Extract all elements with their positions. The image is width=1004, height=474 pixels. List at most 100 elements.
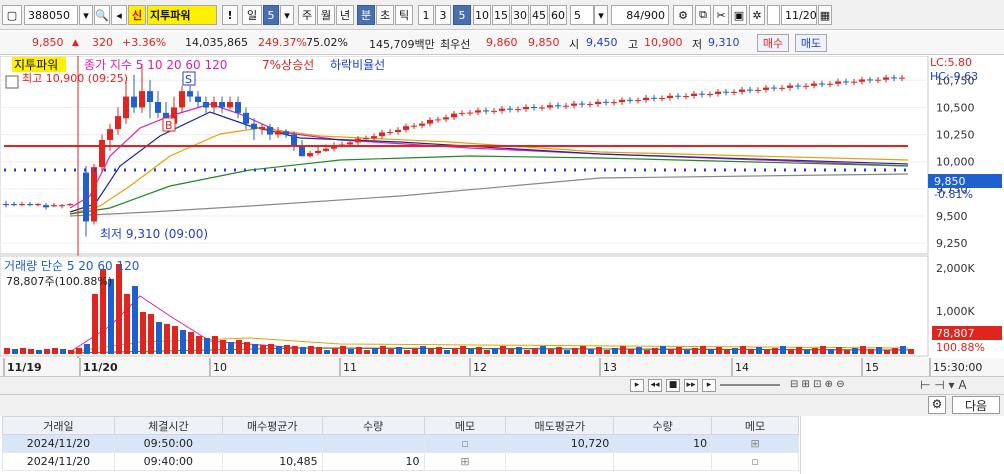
stock-name-box[interactable]: 지투파워 — [147, 5, 217, 25]
candle-body — [603, 101, 609, 103]
candle-body — [683, 96, 689, 98]
low-price: 9,310 — [708, 36, 740, 49]
play-icon[interactable]: ▸ — [702, 379, 716, 392]
volume-bar — [908, 349, 914, 354]
scroll-right-icon[interactable]: ▸ — [630, 379, 644, 392]
x-tick-label: 14 — [735, 361, 749, 374]
date-picker-icon[interactable]: ▦ — [818, 5, 832, 25]
minute-30[interactable]: 30 — [511, 5, 529, 25]
candle-body — [363, 138, 369, 140]
volume-bar — [356, 347, 362, 354]
minute-10[interactable]: 10 — [473, 5, 491, 25]
price-change: 320 — [92, 36, 113, 49]
candle-body — [403, 126, 409, 130]
settings-tools-icon[interactable]: ⚙ — [673, 5, 693, 25]
stop-icon[interactable]: ■ — [666, 379, 680, 392]
window-menu-icon[interactable]: ▢ — [2, 5, 22, 25]
volume-bar — [644, 350, 650, 354]
candle-body — [179, 91, 185, 108]
candle-body — [467, 112, 473, 114]
chart-tools-icon[interactable]: ⊢ ⊣ ▾ A — [920, 378, 1000, 393]
volume-bar — [780, 346, 786, 354]
period-num[interactable]: 5 — [263, 5, 279, 25]
candle-body — [483, 110, 489, 112]
volume-bar — [692, 348, 698, 354]
table-settings-icon[interactable]: ⚙ — [928, 396, 946, 414]
memo-icon[interactable]: ▫ — [423, 434, 507, 453]
table-row[interactable]: 2024/11/20 09:40:00 10,485 10 ⊞ ▫ — [2, 452, 799, 471]
alert-button[interactable]: ! — [222, 5, 238, 25]
tab-minute[interactable]: 분 — [357, 5, 375, 25]
tab-tick[interactable]: 틱 — [395, 5, 413, 25]
volume-bar — [532, 348, 538, 354]
gear-icon[interactable]: ✲ — [749, 5, 765, 25]
period-dropdown-icon[interactable]: ▾ — [280, 5, 294, 25]
candle-body — [19, 204, 25, 206]
trade-history-table: 거래일 체결시간 매수평균가 수량 메모 매도평균가 수량 메모 2024/11… — [2, 416, 799, 471]
volume-bar — [556, 347, 562, 354]
chart-area[interactable]: 지투파워 종가 지수 5 10 20 60 120 7%상승선 하락비율선 최고… — [0, 55, 1004, 376]
table-row[interactable]: 2024/11/20 09:50:00 ▫ 10,720 10 ⊞ — [2, 434, 799, 453]
view-tools[interactable]: ⊟ ⊞ ⊡ ⊕ ⊖ — [790, 379, 890, 392]
date-checkbox[interactable] — [767, 5, 780, 25]
stock-code-input[interactable]: 388050 — [24, 5, 78, 25]
high-label: 고 — [628, 38, 639, 51]
chart-scroll-bar[interactable]: ▸ ◂◂ ■ ▸▸ ▸ ⊟ ⊞ ⊡ ⊕ ⊖ ⊢ ⊣ ▾ A — [0, 376, 1004, 394]
volume-bar — [508, 349, 514, 354]
tab-month[interactable]: 월 — [317, 5, 335, 25]
interval-dropdown-icon[interactable]: ▾ — [594, 5, 608, 25]
y-tick-label: 10,500 — [936, 101, 975, 114]
minute-1[interactable]: 1 — [418, 5, 434, 25]
tab-week[interactable]: 주 — [298, 5, 316, 25]
tab-second[interactable]: 초 — [376, 5, 394, 25]
minute-60[interactable]: 60 — [549, 5, 567, 25]
prev-icon[interactable]: ◂ — [111, 5, 127, 25]
volume-bar — [116, 264, 122, 354]
candle-body — [675, 95, 681, 97]
split-icon[interactable]: ⧉ — [695, 5, 711, 25]
volume-bar — [868, 349, 874, 354]
scissor-icon[interactable]: ✂ — [713, 5, 729, 25]
volume-bar — [892, 348, 898, 354]
minute-45[interactable]: 45 — [530, 5, 548, 25]
volume-bar — [540, 346, 546, 354]
volume-bar — [820, 346, 826, 354]
volume-bar — [764, 350, 770, 354]
fast-forward-icon[interactable]: ▸▸ — [684, 379, 698, 392]
x-tick-label: 11/20 — [83, 361, 118, 374]
volume-bar — [292, 346, 298, 354]
buy-button[interactable]: 매수 — [757, 34, 789, 52]
volume-bar — [660, 346, 666, 354]
interval-input[interactable]: 5 — [570, 5, 594, 25]
code-dropdown-icon[interactable]: ▾ — [79, 5, 93, 25]
candle-body — [395, 129, 401, 132]
buy-marker[interactable]: B — [165, 119, 173, 132]
tab-day[interactable]: 일 — [242, 5, 262, 25]
candle-body — [451, 113, 457, 118]
price-chart-svg[interactable]: 지투파워 종가 지수 5 10 20 60 120 7%상승선 하락비율선 최고… — [0, 55, 1004, 376]
save-icon[interactable]: ▣ — [731, 5, 747, 25]
minute-5[interactable]: 5 — [453, 5, 471, 25]
rewind-icon[interactable]: ◂◂ — [648, 379, 662, 392]
date-input[interactable]: 11/20 — [781, 5, 817, 25]
memo-icon[interactable]: ▫ — [711, 452, 799, 471]
sell-button[interactable]: 매도 — [795, 34, 827, 52]
volume-bar — [676, 347, 682, 354]
volume-bar — [844, 350, 850, 354]
sell-marker[interactable]: S — [185, 73, 192, 86]
memo-edit-icon[interactable]: ⊞ — [423, 452, 507, 471]
trade-history-toolbar: ⚙ 다음 — [0, 394, 1004, 416]
candle-body — [843, 81, 849, 83]
next-button[interactable]: 다음 — [952, 396, 1000, 414]
col-sell-qty: 수량 — [613, 416, 713, 435]
volume-bar — [388, 349, 394, 354]
speed-slider[interactable] — [720, 384, 780, 386]
candle-body — [747, 89, 753, 91]
calc-icon[interactable] — [5, 75, 19, 89]
minute-15[interactable]: 15 — [492, 5, 510, 25]
candle-body — [531, 106, 537, 109]
search-icon[interactable]: 🔍 — [94, 5, 110, 25]
tab-year[interactable]: 년 — [336, 5, 354, 25]
minute-3[interactable]: 3 — [435, 5, 451, 25]
memo-edit-icon[interactable]: ⊞ — [711, 434, 799, 453]
